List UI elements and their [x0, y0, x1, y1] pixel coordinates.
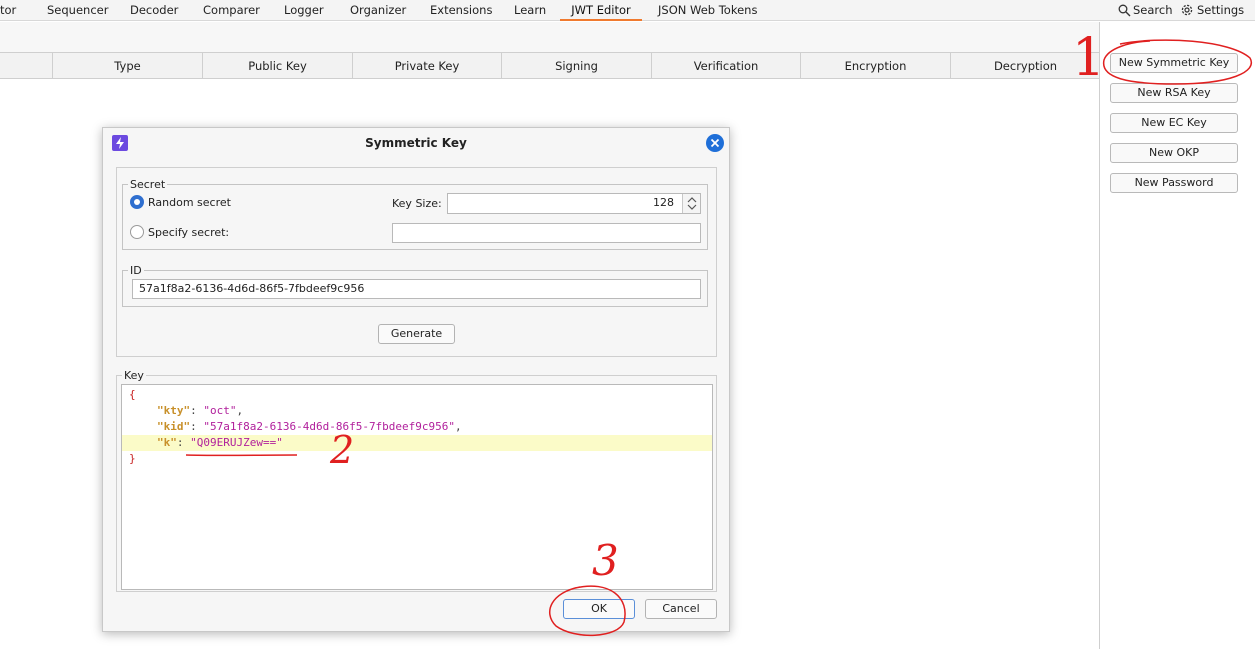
- annotation-number-2: 2: [330, 428, 355, 472]
- annotation-overlay: [185, 39, 1253, 636]
- annotation-circle-3: [549, 585, 626, 636]
- annotation-number-1: 1: [1072, 28, 1106, 88]
- annotation-number-3: 3: [592, 536, 619, 585]
- app-window: tor Sequencer Decoder Comparer Logger Or…: [0, 0, 1255, 649]
- annotation-circle-1: [1102, 39, 1253, 85]
